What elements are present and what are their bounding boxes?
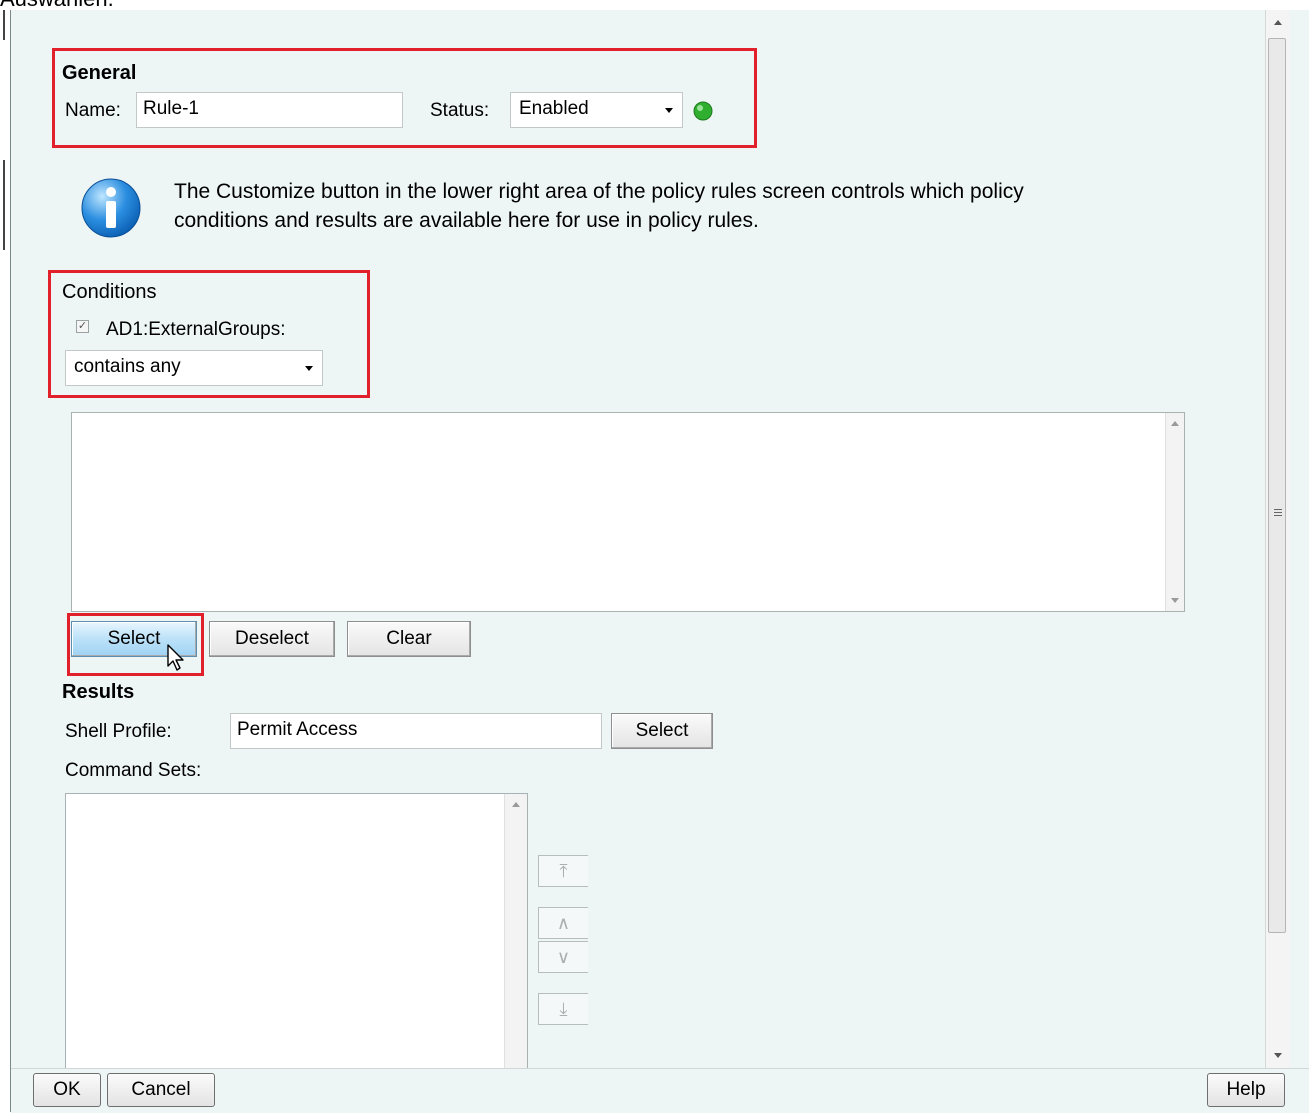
scroll-up-icon[interactable] — [512, 802, 520, 807]
name-input[interactable]: Rule-1 — [136, 92, 403, 128]
status-label: Status: — [430, 100, 490, 121]
status-select-value: Enabled — [519, 98, 589, 119]
info-text-line1: The Customize button in the lower right … — [174, 180, 1024, 203]
status-dot-icon — [693, 101, 713, 121]
main-scrollbar[interactable] — [1265, 10, 1290, 1068]
dialog-footer: OK Cancel Help — [11, 1068, 1309, 1113]
condition-operator-value: contains any — [74, 356, 181, 377]
command-sets-label: Command Sets: — [65, 760, 202, 781]
scroll-down-icon[interactable] — [1274, 1053, 1282, 1058]
condition-operator-select[interactable]: contains any — [65, 350, 323, 386]
condition-list-scrollbar[interactable] — [1165, 413, 1184, 611]
shell-profile-select-button[interactable]: Select — [611, 713, 713, 749]
chevron-down-icon — [305, 366, 313, 371]
scroll-up-icon[interactable] — [1274, 20, 1282, 25]
move-down-icon[interactable]: ∨ — [538, 941, 588, 973]
edge-mark — [3, 10, 5, 40]
results-title: Results — [62, 681, 135, 703]
edge-mark — [3, 160, 5, 250]
move-up-icon[interactable]: ∧ — [538, 907, 588, 939]
condition-checkbox[interactable]: ✓ — [76, 320, 89, 333]
page-caption: Auswählen. — [0, 0, 114, 10]
chevron-down-icon — [665, 108, 673, 113]
move-to-top-icon[interactable]: ⤒ — [538, 855, 588, 887]
cancel-button[interactable]: Cancel — [107, 1073, 215, 1107]
conditions-title: Conditions — [62, 281, 157, 303]
conditions-clear-button[interactable]: Clear — [347, 621, 471, 657]
help-button[interactable]: Help — [1207, 1073, 1285, 1107]
conditions-deselect-button[interactable]: Deselect — [209, 621, 335, 657]
shell-profile-input[interactable]: Permit Access — [230, 713, 602, 749]
command-sets-scrollbar[interactable] — [504, 794, 527, 1068]
name-label: Name: — [65, 100, 121, 121]
grip-icon — [1274, 509, 1282, 510]
general-title: General — [62, 62, 137, 84]
shell-profile-label: Shell Profile: — [65, 721, 172, 742]
condition-values-list[interactable] — [71, 412, 1185, 612]
dialog-frame: General Name: Rule-1 Status: Enabled The… — [10, 10, 1309, 1113]
scrollbar-thumb[interactable] — [1268, 38, 1286, 933]
scroll-down-icon[interactable] — [1171, 598, 1179, 603]
mouse-cursor-icon — [167, 644, 184, 671]
status-select[interactable]: Enabled — [510, 92, 683, 128]
caption-strip: Auswählen. — [0, 0, 1312, 10]
command-sets-list[interactable] — [65, 793, 528, 1068]
condition-checkbox-label: AD1:ExternalGroups: — [106, 319, 286, 340]
ok-button[interactable]: OK — [33, 1073, 101, 1107]
info-icon — [81, 178, 141, 238]
rule-editor-panel: General Name: Rule-1 Status: Enabled The… — [11, 10, 1263, 1068]
scroll-up-icon[interactable] — [1171, 421, 1179, 426]
info-text-line2: conditions and results are available her… — [174, 209, 759, 232]
move-to-bottom-icon[interactable]: ⤓ — [538, 993, 588, 1025]
left-edge — [0, 10, 8, 1112]
